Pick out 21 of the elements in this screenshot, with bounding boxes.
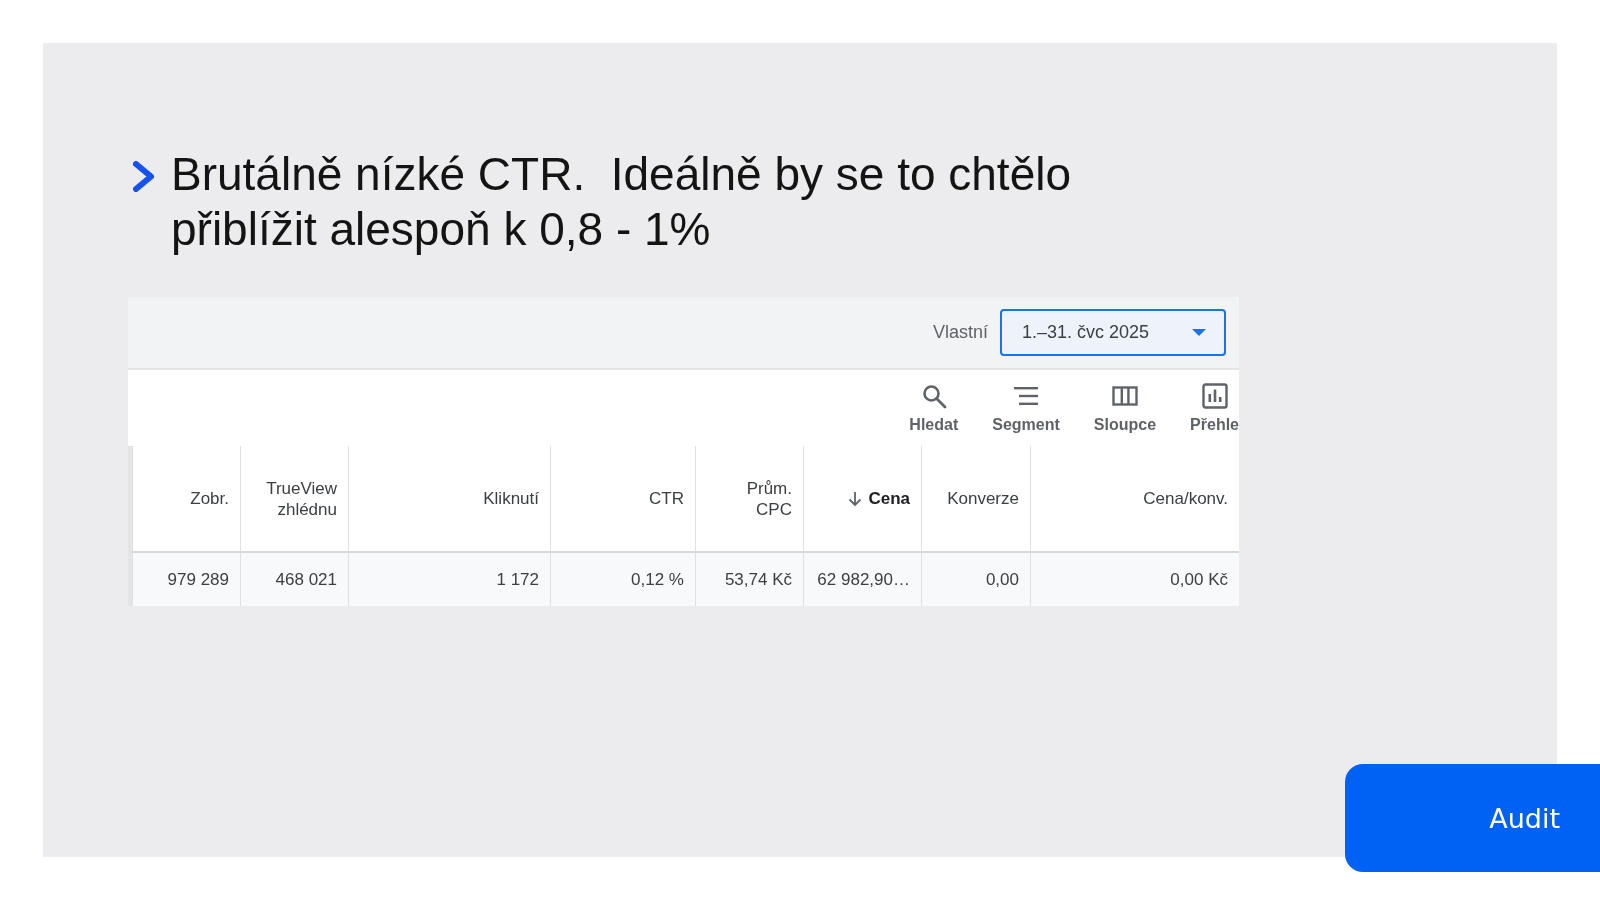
search-icon	[920, 382, 947, 409]
toolbar-button[interactable]: Segment	[992, 382, 1060, 434]
table-cell: 468 021	[240, 553, 348, 606]
toolbar-button[interactable]: Přehle	[1190, 382, 1239, 434]
audit-button[interactable]: Audit	[1345, 764, 1600, 872]
table-cell: 53,74 Kč	[695, 553, 803, 606]
toolbar-button[interactable]: Sloupce	[1093, 382, 1157, 434]
caret-icon	[1192, 329, 1206, 336]
table-cell: 0,00 Kč	[1030, 553, 1239, 606]
down-arrow-icon	[848, 490, 863, 507]
table-cell: 62 982,90…	[803, 553, 921, 606]
date-range-dropdown[interactable]: 1.–31. čvc 2025	[1000, 309, 1226, 356]
table-cell: 0,00	[921, 553, 1030, 606]
table-cell: 1 172	[348, 553, 550, 606]
table-cell: 979 289	[132, 553, 240, 606]
toolbar-button[interactable]: Hledat	[909, 382, 959, 434]
slide-heading: Brutálně nízké CTR. Ideálně by se to chtělo přiblížit alespoň k 0,8 - 1%	[171, 147, 1073, 257]
chevron-icon	[133, 161, 156, 192]
bar-chart-icon	[1201, 382, 1228, 409]
table-cell: 0,12 %	[550, 553, 695, 606]
date-range-label: Vlastní	[932, 322, 988, 343]
